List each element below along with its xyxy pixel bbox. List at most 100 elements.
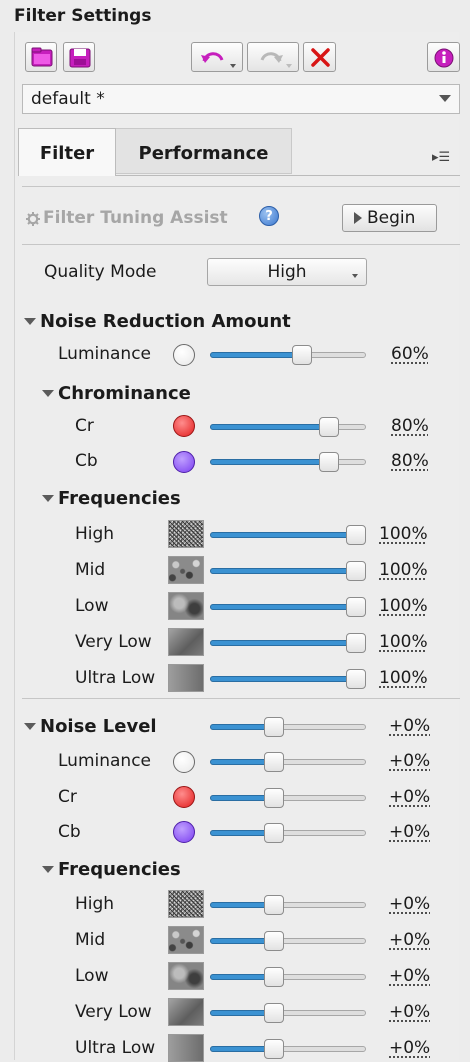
- mid-frequency-texture-icon: [168, 926, 204, 954]
- divider: [22, 698, 460, 699]
- info-button[interactable]: [427, 42, 460, 72]
- slider-handle[interactable]: [264, 788, 285, 808]
- nr-cr-slider[interactable]: [210, 416, 366, 438]
- slider-handle[interactable]: [346, 597, 366, 617]
- nl-freq-value[interactable]: +0%: [389, 894, 430, 914]
- slider-handle[interactable]: [346, 561, 366, 581]
- disclosure-triangle-icon: [24, 723, 36, 730]
- quality-mode-select[interactable]: High: [207, 258, 367, 286]
- slider-handle[interactable]: [318, 417, 339, 437]
- divider: [22, 186, 460, 187]
- nl-freq-slider[interactable]: [210, 966, 366, 988]
- nl-luminance-slider[interactable]: [210, 751, 366, 773]
- chrominance-header[interactable]: Chrominance: [42, 383, 191, 404]
- slider-handle[interactable]: [264, 717, 285, 737]
- noise-level-value[interactable]: +0%: [389, 716, 430, 736]
- section-title: Noise Reduction Amount: [40, 311, 291, 332]
- nl-cb-slider[interactable]: [210, 822, 366, 844]
- cb-swatch-icon: [173, 451, 195, 473]
- open-preset-button[interactable]: [25, 42, 57, 72]
- preset-value: default *: [31, 89, 105, 109]
- slider-handle[interactable]: [264, 823, 285, 843]
- cb-swatch-icon: [173, 821, 195, 843]
- nl-freq-value[interactable]: +0%: [389, 966, 430, 986]
- nl-cb-value[interactable]: +0%: [389, 822, 430, 842]
- disclosure-triangle-icon: [42, 390, 54, 397]
- slider-handle[interactable]: [346, 633, 366, 653]
- nl-freq-slider[interactable]: [210, 1038, 366, 1060]
- nl-freq-value[interactable]: +0%: [389, 930, 430, 950]
- nr-freq-value[interactable]: 100%: [379, 632, 428, 652]
- nr-freq-value[interactable]: 100%: [379, 668, 428, 688]
- nl-freq-value[interactable]: +0%: [389, 1038, 430, 1058]
- slider-handle[interactable]: [264, 931, 285, 951]
- quality-mode-value: High: [267, 262, 307, 282]
- low-frequency-texture-icon: [168, 962, 204, 990]
- section-title: Chrominance: [58, 383, 191, 404]
- nl-luminance-label: Luminance: [58, 751, 152, 771]
- nl-frequencies-header[interactable]: Frequencies: [42, 859, 181, 880]
- noise-level-slider[interactable]: [210, 716, 366, 738]
- slider-handle[interactable]: [346, 525, 366, 545]
- slider-fill: [210, 604, 356, 610]
- nr-freq-value[interactable]: 100%: [379, 524, 428, 544]
- tab-menu-icon[interactable]: ▸☰: [432, 150, 450, 165]
- nr-freq-slider[interactable]: [210, 596, 366, 618]
- nr-frequencies-header[interactable]: Frequencies: [42, 488, 181, 509]
- close-x-icon: [311, 48, 330, 67]
- section-title: Frequencies: [58, 859, 181, 880]
- tab-filter[interactable]: Filter: [18, 128, 116, 176]
- nr-freq-slider[interactable]: [210, 668, 366, 690]
- save-preset-button[interactable]: [63, 42, 95, 72]
- preset-dropdown[interactable]: default *: [22, 84, 460, 114]
- nr-cr-value[interactable]: 80%: [391, 416, 429, 436]
- section-title: Noise Level: [40, 716, 157, 737]
- noise-reduction-header[interactable]: Noise Reduction Amount: [24, 311, 291, 332]
- nr-freq-slider[interactable]: [210, 632, 366, 654]
- nl-cr-slider[interactable]: [210, 787, 366, 809]
- nr-cb-value[interactable]: 80%: [391, 451, 429, 471]
- panel-title: Filter Settings: [14, 6, 152, 26]
- slider-handle[interactable]: [346, 669, 366, 689]
- tab-performance[interactable]: Performance: [116, 128, 292, 174]
- disclosure-triangle-icon: [42, 866, 54, 873]
- undo-button[interactable]: [191, 42, 243, 72]
- nr-freq-value[interactable]: 100%: [379, 560, 428, 580]
- nl-luminance-value[interactable]: +0%: [389, 751, 430, 771]
- slider-fill: [210, 352, 302, 358]
- nr-freq-label: Ultra Low: [75, 668, 156, 688]
- slider-handle[interactable]: [264, 1039, 285, 1059]
- slider-handle[interactable]: [264, 752, 285, 772]
- slider-handle[interactable]: [318, 452, 339, 472]
- nr-freq-label: High: [75, 524, 115, 544]
- nl-freq-value[interactable]: +0%: [389, 1002, 430, 1022]
- slider-handle[interactable]: [291, 345, 312, 365]
- chevron-down-icon: [352, 274, 358, 278]
- nl-freq-slider[interactable]: [210, 930, 366, 952]
- slider-fill: [210, 459, 329, 465]
- slider-handle[interactable]: [264, 967, 285, 987]
- nr-cb-slider[interactable]: [210, 451, 366, 473]
- slider-handle[interactable]: [264, 1003, 285, 1023]
- help-icon[interactable]: ?: [259, 206, 279, 226]
- nr-freq-value[interactable]: 100%: [379, 596, 428, 616]
- nr-luminance-slider[interactable]: [210, 344, 366, 366]
- begin-button[interactable]: Begin: [342, 204, 437, 232]
- floppy-disk-icon: [69, 48, 91, 68]
- nl-cr-value[interactable]: +0%: [389, 787, 430, 807]
- disclosure-triangle-icon: [24, 318, 36, 325]
- reset-button[interactable]: [303, 42, 336, 72]
- luminance-swatch-icon: [173, 344, 195, 366]
- noise-level-header[interactable]: Noise Level: [24, 716, 157, 737]
- nl-freq-slider[interactable]: [210, 1002, 366, 1024]
- redo-button[interactable]: [247, 42, 299, 72]
- nl-freq-slider[interactable]: [210, 894, 366, 916]
- disclosure-triangle-icon: [42, 495, 54, 502]
- nr-freq-slider[interactable]: [210, 524, 366, 546]
- slider-handle[interactable]: [264, 895, 285, 915]
- nr-freq-slider[interactable]: [210, 560, 366, 582]
- slider-fill: [210, 640, 356, 646]
- nr-luminance-value[interactable]: 60%: [391, 344, 429, 364]
- nl-freq-label: Low: [75, 966, 109, 986]
- low-frequency-texture-icon: [168, 592, 204, 620]
